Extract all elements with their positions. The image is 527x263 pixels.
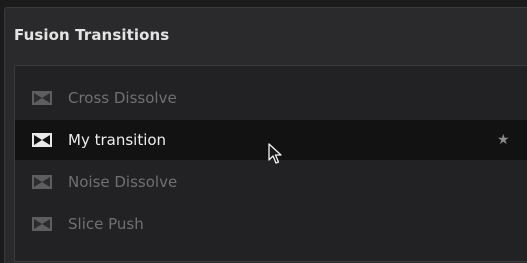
transition-icon [32, 133, 52, 147]
favorite-star-icon[interactable]: ★ [497, 132, 510, 148]
fusion-transitions-window: Fusion Transitions Cross Dissolve My tra… [0, 0, 527, 263]
list-item-slice-push[interactable]: Slice Push [15, 204, 527, 244]
list-item-label: Noise Dissolve [68, 173, 178, 191]
list-item-noise-dissolve[interactable]: Noise Dissolve [15, 162, 527, 202]
transition-icon [32, 217, 52, 231]
transition-icon [32, 175, 52, 189]
panel-title: Fusion Transitions [14, 26, 170, 44]
list-item-label: Slice Push [68, 215, 144, 233]
list-item-label: My transition [68, 131, 167, 149]
mouse-cursor-icon [268, 143, 282, 164]
list-item-label: Cross Dissolve [68, 89, 177, 107]
list-item-cross-dissolve[interactable]: Cross Dissolve [15, 78, 527, 118]
transition-icon [32, 91, 52, 105]
